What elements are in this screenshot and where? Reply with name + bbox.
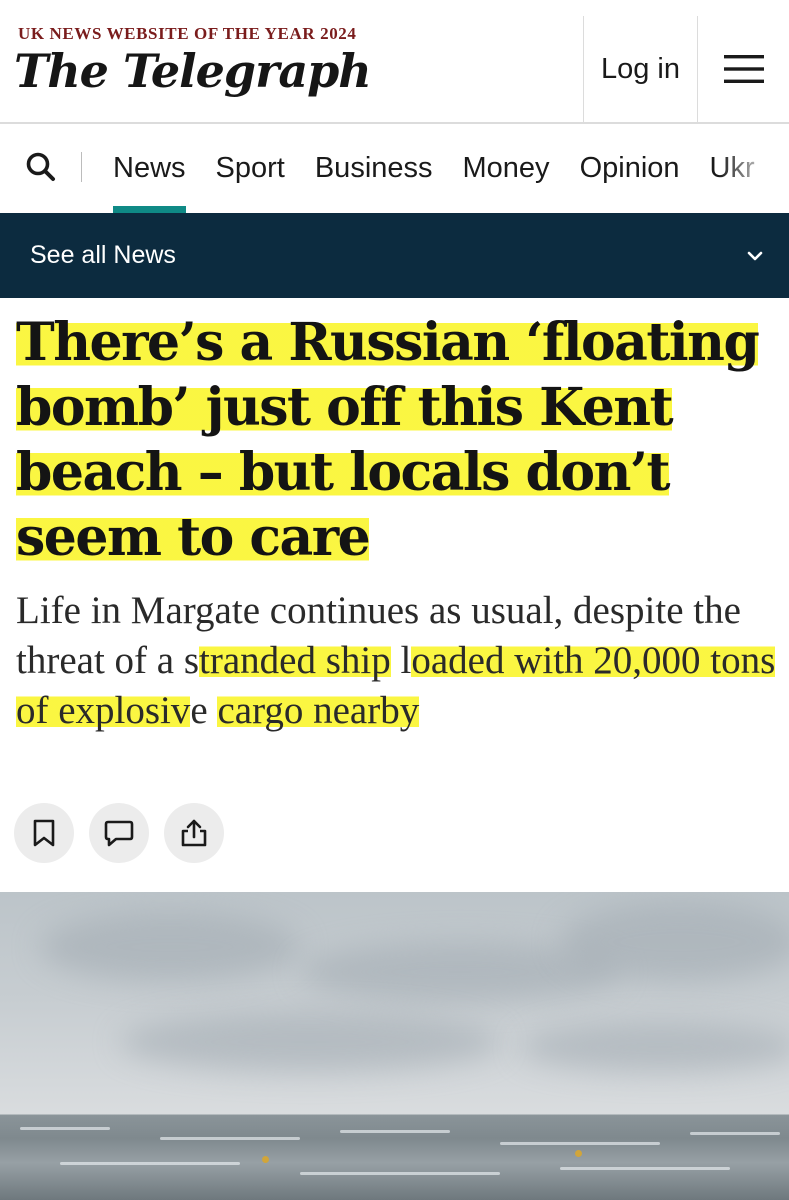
standfirst-highlight: tranded ship — [199, 639, 391, 682]
wave — [690, 1132, 780, 1135]
nav-item-news[interactable]: News — [98, 124, 201, 213]
nav-item-business[interactable]: Business — [300, 124, 448, 213]
cloud — [560, 902, 789, 982]
award-banner: UK NEWS WEBSITE OF THE YEAR 2024 — [18, 24, 357, 43]
nav-item-opinion[interactable]: Opinion — [565, 124, 695, 213]
standfirst-text: l — [390, 639, 412, 682]
share-button[interactable] — [164, 803, 224, 863]
article-actions — [14, 803, 224, 863]
wave — [500, 1142, 660, 1145]
wave — [300, 1172, 500, 1175]
nav-item-money[interactable]: Money — [448, 124, 565, 213]
chevron-down-icon — [747, 251, 763, 260]
bookmark-icon — [33, 819, 55, 847]
telegraph-logo[interactable]: The Telegraph — [14, 44, 372, 98]
menu-button[interactable] — [698, 16, 789, 122]
wave — [160, 1137, 300, 1140]
save-article-button[interactable] — [14, 803, 74, 863]
nav-item-sport[interactable]: Sport — [201, 124, 300, 213]
article-standfirst: Life in Margate continues as usual, desp… — [16, 586, 781, 736]
cloud — [120, 1012, 500, 1072]
article-headline: There’s a Russian ‘floating bomb’ just o… — [16, 310, 781, 570]
comment-icon — [104, 820, 134, 847]
buoy — [262, 1156, 269, 1163]
buoy — [575, 1150, 582, 1157]
login-button[interactable]: Log in — [584, 16, 697, 122]
cloud — [40, 912, 300, 982]
hamburger-menu-icon — [723, 55, 764, 83]
site-header: UK NEWS WEBSITE OF THE YEAR 2024 The Tel… — [0, 0, 789, 124]
nav-items: News Sport Business Money Opinion Ukr — [98, 124, 770, 213]
nav-separator — [81, 152, 82, 182]
lead-image-sea — [0, 892, 789, 1200]
search-button[interactable] — [24, 150, 58, 184]
wave — [60, 1162, 240, 1165]
search-icon — [26, 152, 55, 181]
section-nav: News Sport Business Money Opinion Ukr — [0, 124, 789, 213]
see-all-label: See all News — [30, 241, 176, 269]
comments-button[interactable] — [89, 803, 149, 863]
nav-item-ukraine[interactable]: Ukr — [695, 124, 770, 213]
standfirst-highlight: cargo nearby — [217, 689, 420, 732]
standfirst-text: e — [190, 689, 218, 732]
headline-text: There’s a Russian ‘floating bomb’ just o… — [16, 312, 760, 568]
wave — [20, 1127, 110, 1130]
share-icon — [181, 819, 207, 847]
cloud — [520, 1022, 789, 1072]
wave — [560, 1167, 730, 1170]
see-all-news-dropdown[interactable]: See all News — [0, 213, 789, 298]
wave — [340, 1130, 450, 1133]
